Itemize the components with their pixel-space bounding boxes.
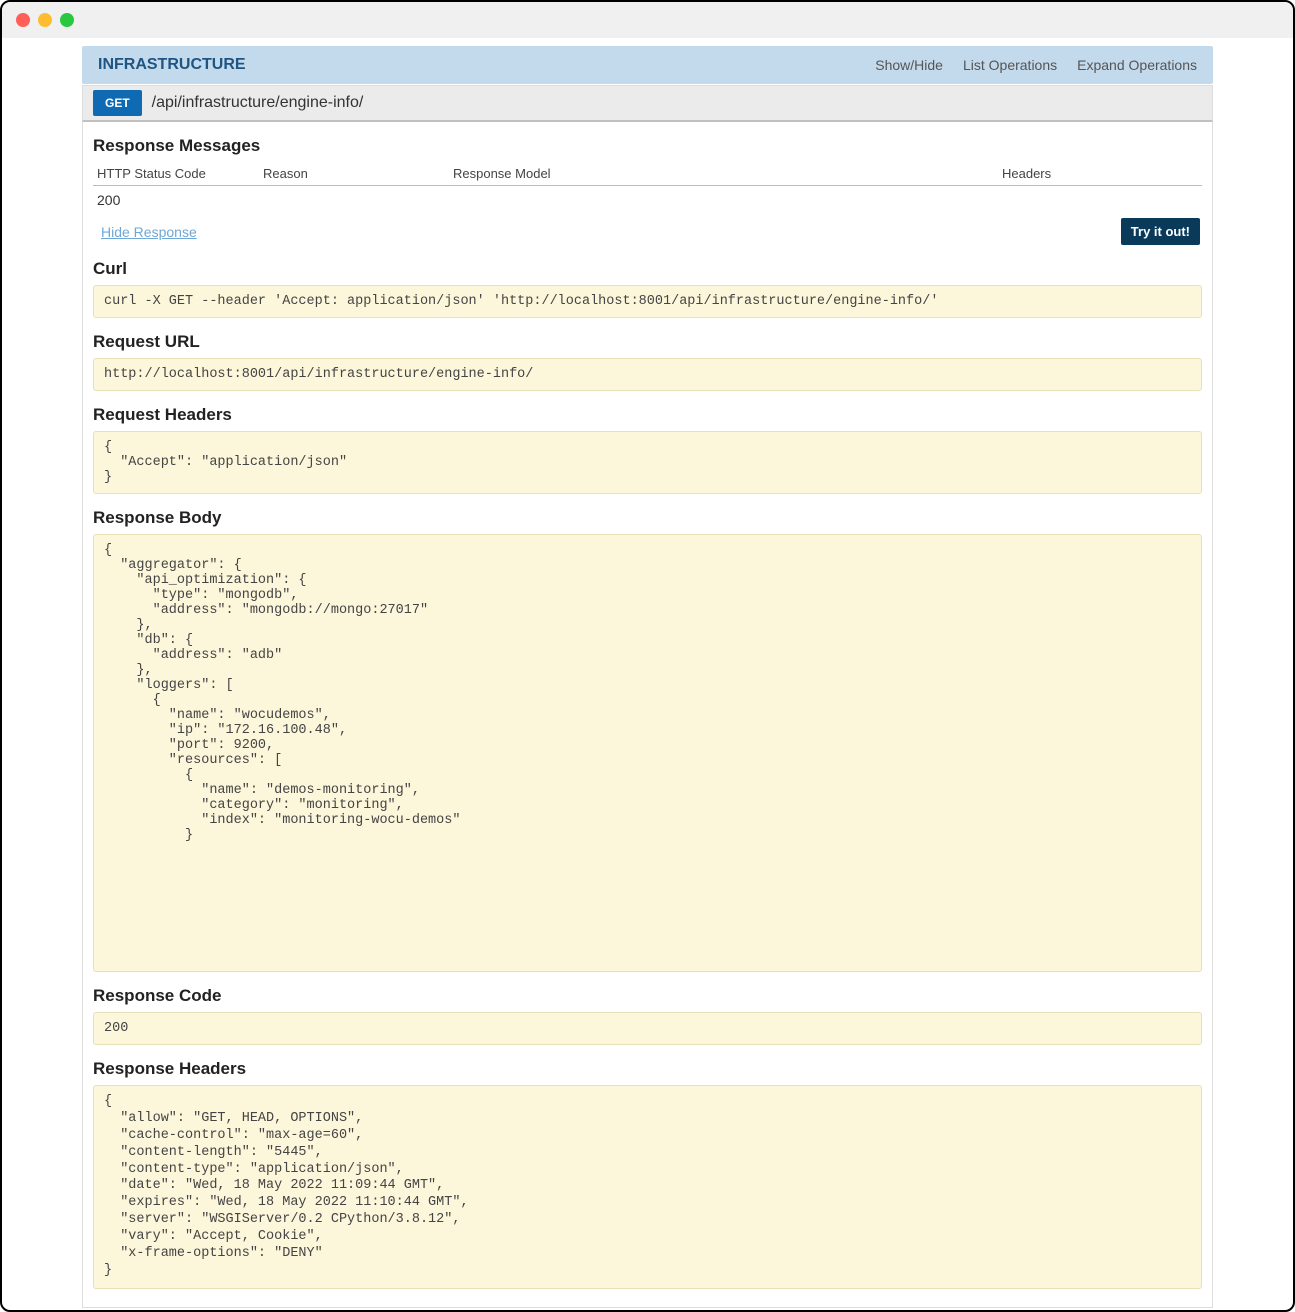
maximize-icon[interactable] <box>60 13 74 27</box>
request-url-code[interactable]: http://localhost:8001/api/infrastructure… <box>93 358 1202 391</box>
action-row: Hide Response Try it out! <box>93 218 1202 245</box>
section-links: Show/Hide List Operations Expand Operati… <box>875 57 1197 73</box>
response-code-heading: Response Code <box>93 986 1202 1006</box>
link-list-operations[interactable]: List Operations <box>963 57 1057 73</box>
operation-path: /api/infrastructure/engine-info/ <box>152 94 364 112</box>
response-headers-heading: Response Headers <box>93 1059 1202 1079</box>
response-body-code[interactable]: { "aggregator": { "api_optimization": { … <box>93 534 1202 972</box>
col-response-model: Response Model <box>453 166 1002 181</box>
section-header: INFRASTRUCTURE Show/Hide List Operations… <box>82 46 1213 84</box>
page-content: INFRASTRUCTURE Show/Hide List Operations… <box>2 38 1293 1312</box>
link-expand-operations[interactable]: Expand Operations <box>1077 57 1197 73</box>
request-headers-heading: Request Headers <box>93 405 1202 425</box>
window-titlebar <box>2 2 1293 38</box>
col-headers: Headers <box>1002 166 1202 181</box>
hide-response-link[interactable]: Hide Response <box>95 224 197 240</box>
response-code-value[interactable]: 200 <box>93 1012 1202 1045</box>
col-http-status: HTTP Status Code <box>93 166 263 181</box>
app-window: INFRASTRUCTURE Show/Hide List Operations… <box>0 0 1295 1312</box>
response-headers-code[interactable]: { "allow": "GET, HEAD, OPTIONS", "cache-… <box>93 1085 1202 1289</box>
section-title[interactable]: INFRASTRUCTURE <box>98 56 246 74</box>
request-url-heading: Request URL <box>93 332 1202 352</box>
close-icon[interactable] <box>16 13 30 27</box>
link-show-hide[interactable]: Show/Hide <box>875 57 943 73</box>
try-it-out-button[interactable]: Try it out! <box>1121 218 1200 245</box>
response-body-heading: Response Body <box>93 508 1202 528</box>
operation-body: Response Messages HTTP Status Code Reaso… <box>82 122 1213 1308</box>
status-row: 200 <box>93 186 1202 214</box>
curl-heading: Curl <box>93 259 1202 279</box>
minimize-icon[interactable] <box>38 13 52 27</box>
operation-header[interactable]: GET /api/infrastructure/engine-info/ <box>82 85 1213 122</box>
curl-code[interactable]: curl -X GET --header 'Accept: applicatio… <box>93 285 1202 318</box>
response-messages-heading: Response Messages <box>93 136 1202 156</box>
http-method-badge: GET <box>93 90 142 116</box>
response-messages-table-head: HTTP Status Code Reason Response Model H… <box>93 162 1202 186</box>
request-headers-code[interactable]: { "Accept": "application/json" } <box>93 431 1202 494</box>
col-reason: Reason <box>263 166 453 181</box>
